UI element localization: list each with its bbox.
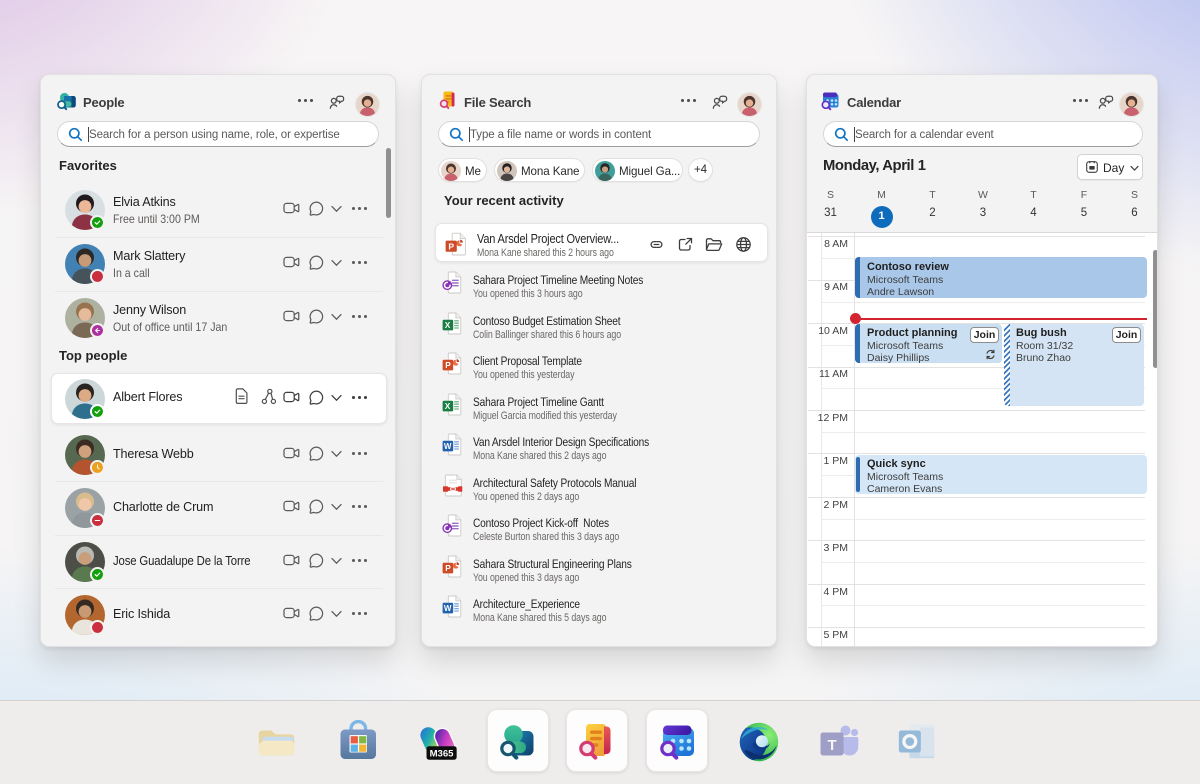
svg-text:X: X (445, 401, 451, 411)
svg-text:P: P (445, 563, 451, 573)
svg-text:P: P (448, 241, 454, 251)
svg-text:W: W (444, 442, 452, 451)
svg-text:W: W (444, 604, 452, 613)
svg-text:P: P (445, 360, 451, 370)
svg-text:M365: M365 (430, 749, 455, 760)
svg-text:X: X (445, 320, 451, 330)
svg-text:T: T (828, 737, 837, 754)
